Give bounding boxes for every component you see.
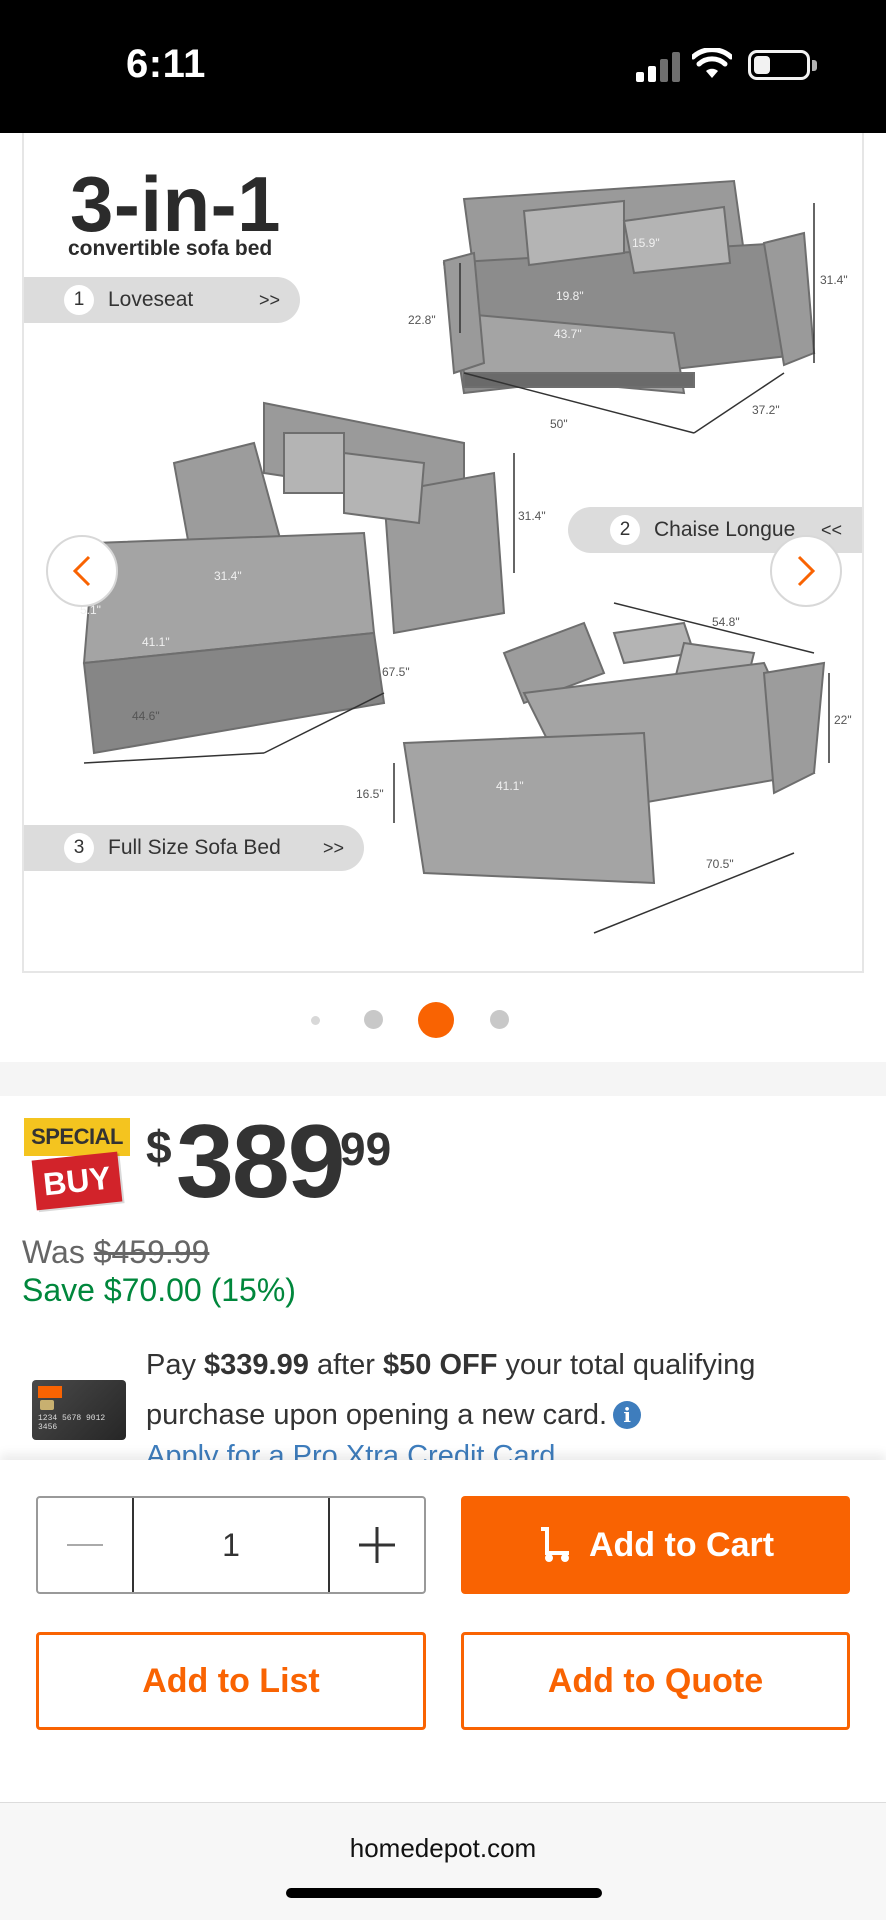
dimension-label: 15.9" — [632, 236, 660, 250]
savings-text: Save $70.00 (15%) — [22, 1272, 296, 1308]
dimension-label: 22.8" — [408, 313, 436, 327]
pro-xtra-credit-card-image: 1234 5678 9012 3456 — [32, 1380, 126, 1440]
dimension-label: 31.4" — [820, 273, 848, 287]
dimension-label: 70.5" — [706, 857, 734, 871]
add-to-cart-button[interactable]: Add to Cart — [461, 1496, 850, 1594]
dimension-label: 43.7" — [554, 327, 582, 341]
dimension-label: 44.6" — [132, 709, 160, 723]
status-time: 6:11 — [126, 42, 206, 86]
pagination-dot[interactable] — [311, 1016, 320, 1025]
gallery-pagination — [0, 1000, 886, 1040]
pagination-dot[interactable] — [364, 1010, 383, 1029]
add-to-quote-button[interactable]: Add to Quote — [461, 1632, 850, 1730]
minus-icon — [67, 1544, 103, 1546]
image-subtitle: convertible sofa bed — [68, 237, 273, 260]
dimension-label: 67.5" — [382, 665, 410, 679]
special-buy-badge: SPECIAL BUY — [24, 1118, 130, 1216]
plus-icon — [359, 1527, 395, 1563]
dimension-label: 41.1" — [496, 779, 524, 793]
add-to-list-button[interactable]: Add to List — [36, 1632, 426, 1730]
dimension-label: 31.4" — [518, 509, 546, 523]
chevron-left-icon — [72, 555, 91, 587]
decrease-quantity-button[interactable] — [38, 1498, 134, 1592]
battery-icon — [748, 50, 810, 80]
quantity-stepper — [36, 1496, 426, 1594]
loveseat-label: 1 Loveseat >> — [24, 277, 300, 323]
dimension-label: 16.5" — [356, 787, 384, 801]
wifi-icon — [692, 48, 732, 78]
gallery-previous-button[interactable] — [46, 535, 118, 607]
dimension-label: 31.4" — [214, 569, 242, 583]
home-indicator[interactable] — [286, 1888, 602, 1898]
dimension-label: 54.8" — [712, 615, 740, 629]
browser-url-bar[interactable]: homedepot.com — [0, 1802, 886, 1920]
chevron-right-icon — [797, 555, 816, 587]
dimension-label: 19.8" — [556, 289, 584, 303]
product-image-gallery[interactable]: 3-in-1 convertible sofa bed 1 Loveseat >… — [22, 133, 864, 973]
section-divider — [0, 1062, 886, 1096]
pagination-dot-active[interactable] — [418, 1002, 454, 1038]
dimension-label: 22" — [834, 713, 852, 727]
full-size-sofa-bed-label: 3 Full Size Sofa Bed >> — [24, 825, 364, 871]
info-icon[interactable]: i — [613, 1401, 642, 1429]
credit-card-promo-text: Pay $339.99 after $50 OFF your total qua… — [146, 1349, 756, 1431]
dimension-label: 37.2" — [752, 403, 780, 417]
pagination-dot[interactable] — [490, 1010, 509, 1029]
dimension-label: 41.1" — [142, 635, 170, 649]
increase-quantity-button[interactable] — [328, 1498, 424, 1592]
gallery-next-button[interactable] — [770, 535, 842, 607]
cellular-signal-icon — [636, 52, 680, 82]
quantity-input[interactable] — [134, 1498, 328, 1592]
was-price: Was $459.99 — [22, 1234, 210, 1270]
dimension-label: 50" — [550, 417, 568, 431]
status-bar: 6:11 — [0, 0, 886, 133]
image-title: 3-in-1 — [70, 160, 282, 248]
url-text[interactable]: homedepot.com — [0, 1833, 886, 1864]
hand-truck-icon — [540, 1527, 569, 1562]
